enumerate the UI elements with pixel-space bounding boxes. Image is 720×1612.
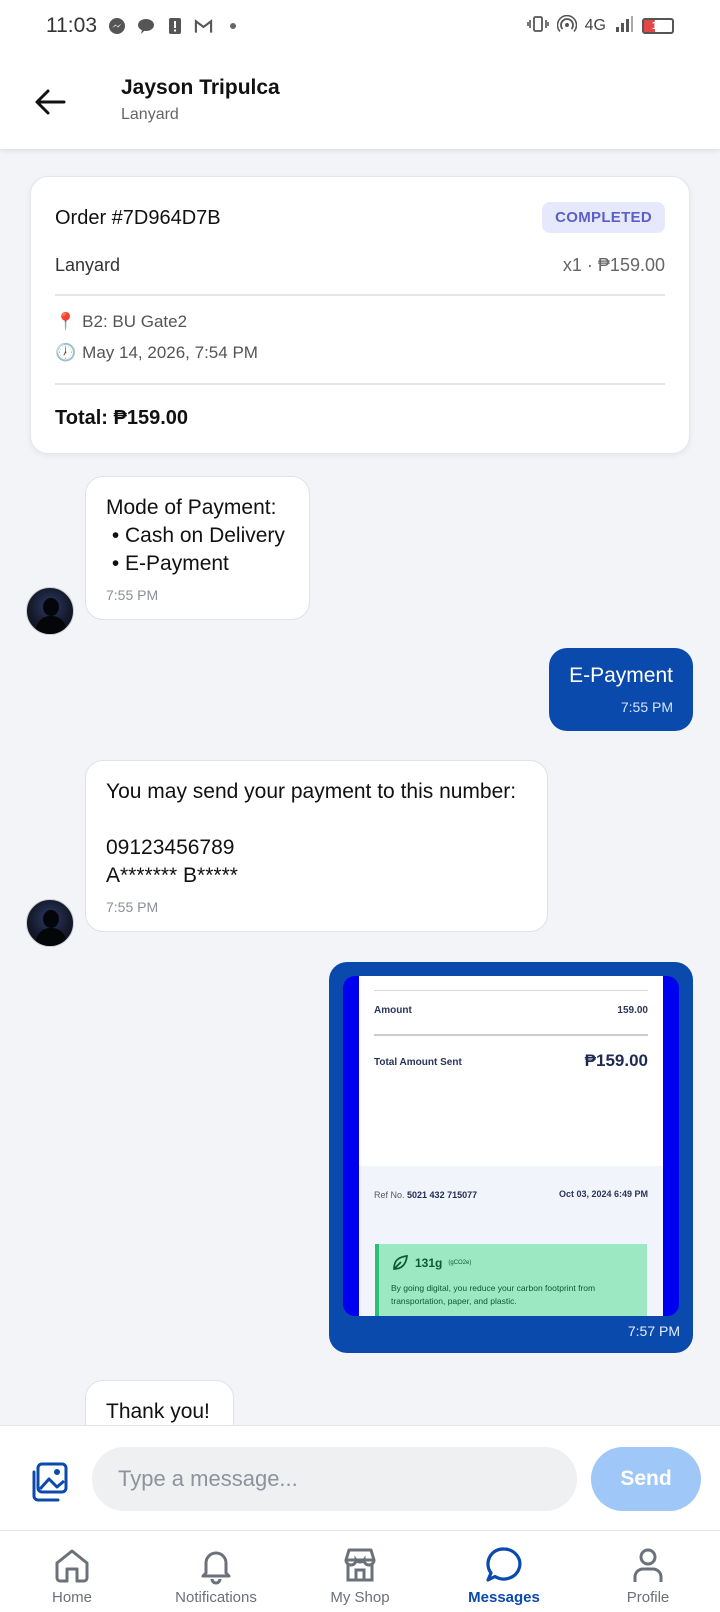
message-bubble-incoming[interactable]: You may send your payment to this number… — [85, 760, 548, 932]
gmail-icon — [194, 17, 213, 36]
nav-label: Messages — [468, 1589, 540, 1606]
location-text: B2: BU Gate2 — [82, 312, 188, 331]
datetime-row: 🕖 May 14, 2026, 7:54 PM — [55, 343, 258, 363]
nav-notifications[interactable]: Notifications — [144, 1531, 288, 1612]
order-total: Total: ₱159.00 — [55, 407, 189, 429]
contact-subtitle: Lanyard — [121, 106, 179, 123]
order-title: Order #7D964D7B — [55, 207, 221, 229]
receipt-image[interactable]: Amount 159.00 Total Amount Sent ₱159.00 … — [343, 976, 679, 1316]
eco-amount: 131g — [415, 1256, 443, 1270]
message-line: Mode of Payment: — [106, 496, 277, 519]
messenger-icon — [107, 17, 126, 36]
divider — [55, 383, 665, 385]
chat-header: Jayson Tripulca Lanyard — [0, 52, 720, 150]
user-icon — [633, 1548, 663, 1582]
message-line: • E-Payment — [106, 552, 229, 575]
back-button[interactable] — [30, 82, 70, 122]
item-qty-price: x1 · ₱159.00 — [562, 255, 665, 275]
nav-label: Profile — [626, 1589, 670, 1606]
nav-label: My Shop — [330, 1589, 390, 1606]
message-line: • Cash on Delivery — [106, 524, 285, 547]
pin-icon: 📍 — [55, 312, 77, 331]
avatar[interactable] — [26, 587, 74, 635]
message-line: 09123456789 — [106, 836, 235, 859]
bell-icon — [201, 1551, 231, 1585]
chat-bubble-icon — [486, 1547, 522, 1582]
nav-label: Notifications — [175, 1589, 257, 1606]
chat-icon — [136, 17, 155, 36]
message-time: 7:55 PM — [620, 699, 673, 715]
alert-icon — [165, 17, 184, 36]
message-input[interactable] — [92, 1447, 577, 1511]
avatar[interactable] — [26, 899, 74, 947]
nav-label: Home — [51, 1589, 92, 1606]
shop-icon — [344, 1548, 376, 1582]
receipt-ref: Ref No. 5021 432 715077 — [374, 1190, 478, 1200]
item-name: Lanyard — [55, 255, 121, 275]
eco-text: By going digital, you reduce your carbon… — [391, 1283, 596, 1306]
status-time: 11:03 — [46, 14, 97, 37]
message-bubble-incoming[interactable]: Mode of Payment: • Cash on Delivery • E-… — [85, 476, 310, 620]
nav-profile[interactable]: Profile — [576, 1531, 720, 1612]
clock-icon: 🕖 — [55, 343, 77, 362]
divider — [55, 294, 665, 296]
message-bubble-outgoing[interactable]: E-Payment 7:55 PM — [549, 648, 693, 731]
notification-icons — [107, 17, 242, 36]
eco-unit: (gCO2e) — [448, 1260, 472, 1266]
receipt-total-value: ₱159.00 — [584, 1051, 648, 1070]
signal-icon — [614, 15, 634, 38]
arrow-left-icon — [35, 89, 66, 115]
receipt-paper: Amount 159.00 Total Amount Sent ₱159.00 … — [359, 976, 663, 1316]
receipt-amount-label: Amount — [374, 1005, 412, 1016]
message-line: You may send your payment to this number… — [106, 780, 517, 803]
message-bubble-image[interactable]: Amount 159.00 Total Amount Sent ₱159.00 … — [329, 962, 693, 1353]
datetime-text: May 14, 2026, 7:54 PM — [82, 343, 258, 362]
dot-icon — [223, 17, 242, 36]
receipt-amount-value: 159.00 — [617, 1005, 648, 1016]
receipt-total-label: Total Amount Sent — [374, 1057, 462, 1068]
status-badge: COMPLETED — [542, 202, 665, 233]
nav-my-shop[interactable]: My Shop — [288, 1531, 432, 1612]
order-card[interactable]: Order #7D964D7B COMPLETED Lanyard x1 · ₱… — [30, 176, 690, 454]
nav-messages[interactable]: Messages — [432, 1531, 576, 1612]
system-status: 4G 17 — [526, 14, 674, 38]
eco-banner: 131g (gCO2e) By going digital, you reduc… — [375, 1244, 647, 1316]
battery-level: 17 — [651, 20, 665, 32]
message-time: 7:55 PM — [106, 899, 159, 915]
message-line — [106, 806, 527, 834]
message-time: 7:55 PM — [106, 587, 159, 603]
home-icon — [55, 1549, 89, 1583]
leaf-icon — [393, 1255, 408, 1270]
hotspot-icon — [556, 14, 577, 38]
gallery-button[interactable] — [27, 1461, 69, 1503]
send-button[interactable]: Send — [591, 1447, 701, 1511]
battery-icon: 17 — [642, 18, 674, 34]
bottom-nav: Home Notifications My Shop Messages Prof… — [0, 1530, 720, 1612]
location-row: 📍 B2: BU Gate2 — [55, 312, 187, 332]
vibrate-icon — [526, 15, 549, 38]
contact-name: Jayson Tripulca — [121, 76, 280, 99]
image-gallery-icon — [32, 1462, 68, 1502]
message-text: Thank you! — [106, 1400, 210, 1423]
status-bar: 11:03 4G 17 — [0, 0, 720, 52]
nav-home[interactable]: Home — [0, 1531, 144, 1612]
network-type: 4G — [584, 17, 606, 34]
message-time: 7:57 PM — [627, 1323, 680, 1339]
message-line: A******* B***** — [106, 864, 238, 887]
receipt-date: Oct 03, 2024 6:49 PM — [558, 1189, 648, 1199]
message-text: E-Payment — [569, 664, 673, 687]
message-composer: Send — [0, 1425, 720, 1530]
